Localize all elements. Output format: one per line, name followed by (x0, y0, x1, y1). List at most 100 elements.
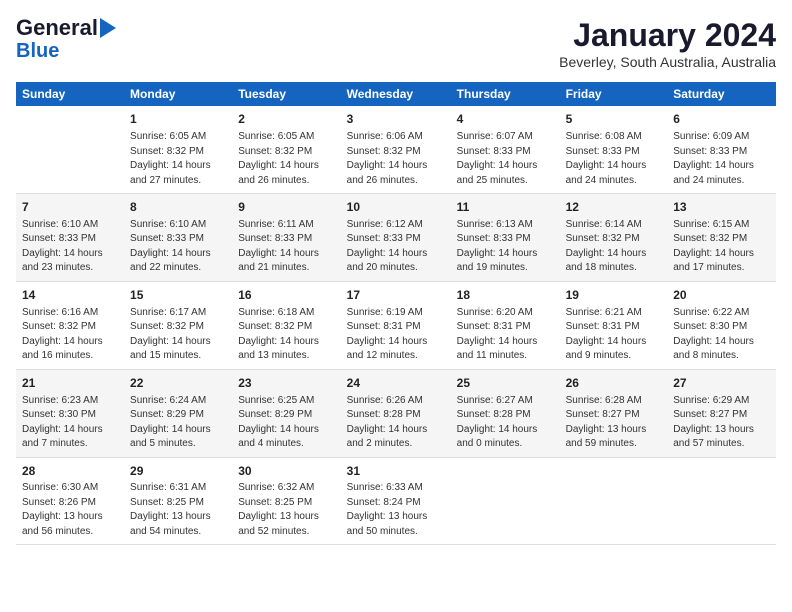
calendar-cell: 7 Sunrise: 6:10 AM Sunset: 8:33 PM Daylig… (16, 194, 124, 282)
calendar-cell: 19 Sunrise: 6:21 AM Sunset: 8:31 PM Dayli… (560, 281, 668, 369)
day-info: Sunrise: 6:23 AM Sunset: 8:30 PM Dayligh… (22, 394, 118, 452)
day-number: 24 (347, 375, 445, 392)
day-number: 6 (673, 111, 770, 128)
calendar-cell: 2Sunrise: 6:05 AM Sunset: 8:32 PM Daylig… (232, 106, 340, 193)
weekday-header-cell: Thursday (451, 82, 560, 106)
day-number: 3 (347, 111, 445, 128)
day-number: 19 (566, 287, 662, 304)
weekday-header-cell: Tuesday (232, 82, 340, 106)
day-info: Sunrise: 6:21 AM Sunset: 8:31 PM Dayligh… (566, 306, 662, 364)
day-info: Sunrise: 6:05 AM Sunset: 8:32 PM Dayligh… (238, 130, 334, 188)
logo-text: General (16, 16, 98, 40)
day-info: Sunrise: 6:11 AM Sunset: 8:33 PM Dayligh… (238, 218, 334, 276)
day-number: 16 (238, 287, 334, 304)
day-info: Sunrise: 6:15 AM Sunset: 8:32 PM Dayligh… (673, 218, 770, 276)
day-info: Sunrise: 6:16 AM Sunset: 8:32 PM Dayligh… (22, 306, 118, 364)
calendar-cell: 16 Sunrise: 6:18 AM Sunset: 8:32 PM Dayli… (232, 281, 340, 369)
day-info: Sunrise: 6:32 AM Sunset: 8:25 PM Dayligh… (238, 481, 334, 539)
calendar-cell: 15 Sunrise: 6:17 AM Sunset: 8:32 PM Dayli… (124, 281, 232, 369)
day-number: 30 (238, 463, 334, 480)
day-number: 21 (22, 375, 118, 392)
calendar-week-row: 1Sunrise: 6:05 AM Sunset: 8:32 PM Daylig… (16, 106, 776, 193)
day-number: 25 (457, 375, 554, 392)
calendar-cell: 12 Sunrise: 6:14 AM Sunset: 8:32 PM Dayli… (560, 194, 668, 282)
weekday-header-cell: Wednesday (341, 82, 451, 106)
calendar-cell: 28Sunrise: 6:30 AM Sunset: 8:26 PM Dayli… (16, 457, 124, 545)
day-info: Sunrise: 6:20 AM Sunset: 8:31 PM Dayligh… (457, 306, 554, 364)
calendar-week-row: 14 Sunrise: 6:16 AM Sunset: 8:32 PM Dayli… (16, 281, 776, 369)
day-info: Sunrise: 6:07 AM Sunset: 8:33 PM Dayligh… (457, 130, 554, 188)
day-info: Sunrise: 6:06 AM Sunset: 8:32 PM Dayligh… (347, 130, 445, 188)
day-number: 18 (457, 287, 554, 304)
day-info: Sunrise: 6:18 AM Sunset: 8:32 PM Dayligh… (238, 306, 334, 364)
day-number: 29 (130, 463, 226, 480)
logo-subtext: Blue (16, 40, 59, 62)
day-number: 12 (566, 199, 662, 216)
calendar-cell: 25 Sunrise: 6:27 AM Sunset: 8:28 PM Dayli… (451, 369, 560, 457)
day-info: Sunrise: 6:27 AM Sunset: 8:28 PM Dayligh… (457, 394, 554, 452)
day-info: Sunrise: 6:10 AM Sunset: 8:33 PM Dayligh… (22, 218, 118, 276)
calendar-cell: 21 Sunrise: 6:23 AM Sunset: 8:30 PM Dayli… (16, 369, 124, 457)
day-number: 20 (673, 287, 770, 304)
day-number: 27 (673, 375, 770, 392)
calendar-cell: 4Sunrise: 6:07 AM Sunset: 8:33 PM Daylig… (451, 106, 560, 193)
day-number: 28 (22, 463, 118, 480)
calendar-cell: 31Sunrise: 6:33 AM Sunset: 8:24 PM Dayli… (341, 457, 451, 545)
day-number: 9 (238, 199, 334, 216)
day-number: 17 (347, 287, 445, 304)
logo: General Blue (16, 16, 116, 62)
calendar-cell: 29Sunrise: 6:31 AM Sunset: 8:25 PM Dayli… (124, 457, 232, 545)
calendar-table: SundayMondayTuesdayWednesdayThursdayFrid… (16, 82, 776, 545)
day-info: Sunrise: 6:14 AM Sunset: 8:32 PM Dayligh… (566, 218, 662, 276)
day-info: Sunrise: 6:10 AM Sunset: 8:33 PM Dayligh… (130, 218, 226, 276)
day-number: 10 (347, 199, 445, 216)
weekday-header-cell: Friday (560, 82, 668, 106)
day-info: Sunrise: 6:30 AM Sunset: 8:26 PM Dayligh… (22, 481, 118, 539)
day-info: Sunrise: 6:28 AM Sunset: 8:27 PM Dayligh… (566, 394, 662, 452)
day-info: Sunrise: 6:17 AM Sunset: 8:32 PM Dayligh… (130, 306, 226, 364)
day-info: Sunrise: 6:26 AM Sunset: 8:28 PM Dayligh… (347, 394, 445, 452)
weekday-header-cell: Sunday (16, 82, 124, 106)
calendar-cell: 24 Sunrise: 6:26 AM Sunset: 8:28 PM Dayli… (341, 369, 451, 457)
calendar-cell: 17 Sunrise: 6:19 AM Sunset: 8:31 PM Dayli… (341, 281, 451, 369)
calendar-cell: 5Sunrise: 6:08 AM Sunset: 8:33 PM Daylig… (560, 106, 668, 193)
day-info: Sunrise: 6:05 AM Sunset: 8:32 PM Dayligh… (130, 130, 226, 188)
day-info: Sunrise: 6:33 AM Sunset: 8:24 PM Dayligh… (347, 481, 445, 539)
day-info: Sunrise: 6:22 AM Sunset: 8:30 PM Dayligh… (673, 306, 770, 364)
calendar-cell: 26 Sunrise: 6:28 AM Sunset: 8:27 PM Dayli… (560, 369, 668, 457)
day-number: 8 (130, 199, 226, 216)
title-block: January 2024 Beverley, South Australia, … (559, 16, 776, 70)
day-info: Sunrise: 6:25 AM Sunset: 8:29 PM Dayligh… (238, 394, 334, 452)
day-info: Sunrise: 6:08 AM Sunset: 8:33 PM Dayligh… (566, 130, 662, 188)
calendar-cell: 14 Sunrise: 6:16 AM Sunset: 8:32 PM Dayli… (16, 281, 124, 369)
calendar-cell: 1Sunrise: 6:05 AM Sunset: 8:32 PM Daylig… (124, 106, 232, 193)
day-number: 26 (566, 375, 662, 392)
month-title: January 2024 (559, 16, 776, 54)
calendar-cell: 30Sunrise: 6:32 AM Sunset: 8:25 PM Dayli… (232, 457, 340, 545)
calendar-cell: 3 Sunrise: 6:06 AM Sunset: 8:32 PM Daylig… (341, 106, 451, 193)
day-number: 13 (673, 199, 770, 216)
day-info: Sunrise: 6:09 AM Sunset: 8:33 PM Dayligh… (673, 130, 770, 188)
day-info: Sunrise: 6:19 AM Sunset: 8:31 PM Dayligh… (347, 306, 445, 364)
day-number: 31 (347, 463, 445, 480)
calendar-cell (560, 457, 668, 545)
calendar-week-row: 21 Sunrise: 6:23 AM Sunset: 8:30 PM Dayli… (16, 369, 776, 457)
calendar-cell: 20 Sunrise: 6:22 AM Sunset: 8:30 PM Dayli… (667, 281, 776, 369)
weekday-header-row: SundayMondayTuesdayWednesdayThursdayFrid… (16, 82, 776, 106)
calendar-cell: 27 Sunrise: 6:29 AM Sunset: 8:27 PM Dayli… (667, 369, 776, 457)
calendar-cell: 6 Sunrise: 6:09 AM Sunset: 8:33 PM Daylig… (667, 106, 776, 193)
calendar-cell: 8 Sunrise: 6:10 AM Sunset: 8:33 PM Daylig… (124, 194, 232, 282)
day-info: Sunrise: 6:29 AM Sunset: 8:27 PM Dayligh… (673, 394, 770, 452)
day-number: 15 (130, 287, 226, 304)
day-number: 23 (238, 375, 334, 392)
location: Beverley, South Australia, Australia (559, 54, 776, 70)
weekday-header-cell: Saturday (667, 82, 776, 106)
day-info: Sunrise: 6:12 AM Sunset: 8:33 PM Dayligh… (347, 218, 445, 276)
calendar-week-row: 28Sunrise: 6:30 AM Sunset: 8:26 PM Dayli… (16, 457, 776, 545)
day-number: 7 (22, 199, 118, 216)
day-number: 14 (22, 287, 118, 304)
day-info: Sunrise: 6:13 AM Sunset: 8:33 PM Dayligh… (457, 218, 554, 276)
calendar-week-row: 7 Sunrise: 6:10 AM Sunset: 8:33 PM Daylig… (16, 194, 776, 282)
calendar-cell: 10 Sunrise: 6:12 AM Sunset: 8:33 PM Dayli… (341, 194, 451, 282)
calendar-cell (667, 457, 776, 545)
